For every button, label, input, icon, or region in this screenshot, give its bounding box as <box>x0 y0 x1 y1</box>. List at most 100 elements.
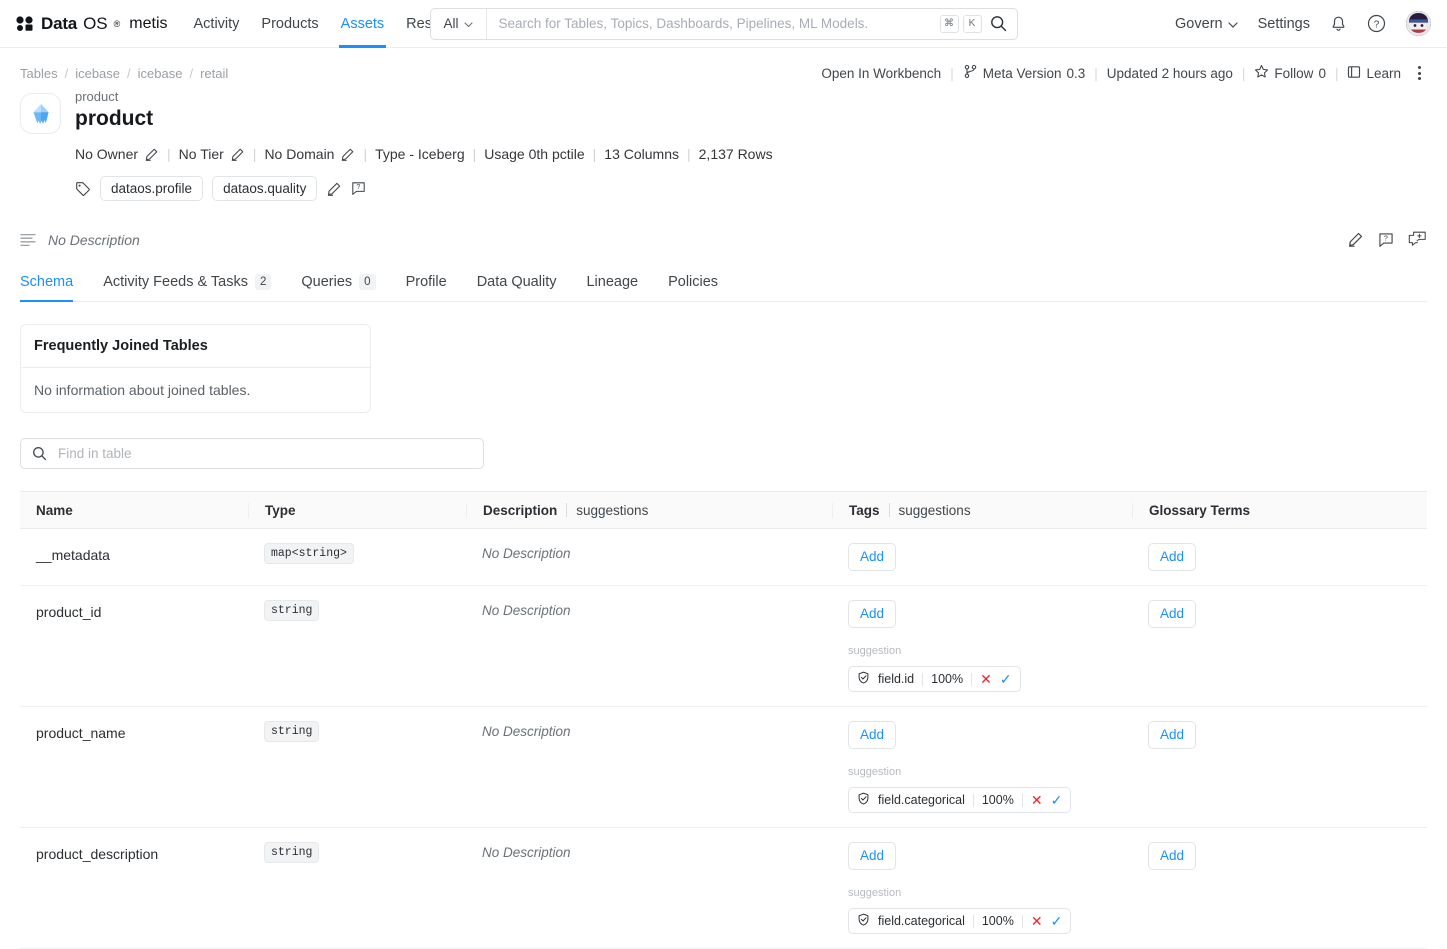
tag-suggestion-confidence: 100% <box>931 672 964 686</box>
add-tag-button[interactable]: Add <box>848 842 897 870</box>
accept-suggestion-icon[interactable]: ✓ <box>1051 914 1063 928</box>
tab-lineage-label: Lineage <box>586 274 639 290</box>
edit-owner-pencil-icon[interactable] <box>144 147 159 162</box>
row-name-cell: __metadata <box>20 529 248 577</box>
row-glossary-cell: Add <box>1132 586 1427 642</box>
column-type-chip: string <box>264 842 320 863</box>
edit-domain-pencil-icon[interactable] <box>340 147 355 162</box>
breadcrumb-item-0[interactable]: Tables <box>20 66 58 81</box>
column-header-name-label: Name <box>36 502 73 518</box>
tab-lineage[interactable]: Lineage <box>586 274 638 301</box>
accept-suggestion-icon[interactable]: ✓ <box>1051 793 1063 807</box>
search-scope-label: All <box>443 16 459 31</box>
tag-chip-dataos-quality[interactable]: dataos.quality <box>212 176 318 201</box>
table-row: product_id string No Description Add sug… <box>20 586 1427 707</box>
column-header-description[interactable]: Description suggestions <box>466 502 832 518</box>
request-description-icon[interactable]: ? <box>1378 232 1394 248</box>
add-comment-icon[interactable] <box>1408 231 1427 248</box>
column-name: product_id <box>36 604 102 620</box>
search-input[interactable] <box>486 16 940 31</box>
reject-suggestion-icon[interactable]: ✕ <box>1031 914 1043 928</box>
meta-version-button[interactable]: Meta Version 0.3 <box>963 64 1085 82</box>
notifications-bell-icon[interactable] <box>1330 15 1347 33</box>
column-header-tags[interactable]: Tags suggestions <box>832 502 1132 518</box>
row-description-cell[interactable]: No Description <box>466 828 832 874</box>
edit-description-pencil-icon[interactable] <box>1347 231 1364 248</box>
nav-item-activity[interactable]: Activity <box>194 0 240 48</box>
breadcrumb-and-actions-row: Tables / icebase / icebase / retail Open… <box>20 48 1427 84</box>
reject-suggestion-icon[interactable]: ✕ <box>1031 793 1043 807</box>
column-header-name[interactable]: Name <box>20 503 248 518</box>
brand-logo[interactable]: Data OS ® metis <box>16 14 168 34</box>
nav-item-products[interactable]: Products <box>261 0 318 48</box>
column-type-chip: map<string> <box>264 543 354 564</box>
global-search-bar: All ⌘ K <box>429 7 1018 40</box>
breadcrumb-item-2[interactable]: icebase <box>138 66 183 81</box>
settings-link[interactable]: Settings <box>1258 16 1310 32</box>
brand-registered-mark: ® <box>113 18 121 29</box>
add-glossary-term-button[interactable]: Add <box>1148 600 1197 628</box>
row-glossary-cell: Add <box>1132 707 1427 763</box>
reject-suggestion-icon[interactable]: ✕ <box>980 672 992 686</box>
entity-header: product product No Owner | No Tier | No … <box>20 89 1427 201</box>
tab-activity-feeds-tasks[interactable]: Activity Feeds & Tasks 2 <box>103 274 272 301</box>
column-header-type[interactable]: Type <box>248 502 466 518</box>
search-icon[interactable] <box>990 15 1007 32</box>
brand-os-text: OS <box>83 13 108 33</box>
column-header-glossary-terms[interactable]: Glossary Terms <box>1132 502 1427 518</box>
row-name-cell: product_name <box>20 707 248 755</box>
breadcrumb-item-3[interactable]: retail <box>200 66 228 81</box>
row-description-cell[interactable]: No Description <box>466 707 832 753</box>
description-text: No Description <box>48 231 140 248</box>
more-options-icon[interactable] <box>1412 62 1427 84</box>
tab-queries[interactable]: Queries 0 <box>301 274 376 301</box>
column-name: product_description <box>36 846 159 862</box>
kbd-cmd: ⌘ <box>939 14 959 33</box>
edit-tags-pencil-icon[interactable] <box>326 181 342 197</box>
tab-schema[interactable]: Schema <box>20 274 74 302</box>
find-in-table-input[interactable] <box>56 445 472 462</box>
tab-data-quality[interactable]: Data Quality <box>477 274 557 301</box>
header-divider <box>566 503 568 517</box>
follow-button[interactable]: Follow 0 <box>1254 64 1326 82</box>
svg-text:?: ? <box>357 184 361 191</box>
add-tag-button[interactable]: Add <box>848 721 897 749</box>
table-row: __metadata map<string> No Description Ad… <box>20 529 1427 586</box>
add-tag-button[interactable]: Add <box>848 600 897 628</box>
tag-chip-dataos-profile[interactable]: dataos.profile <box>100 176 204 201</box>
open-in-workbench-button[interactable]: Open In Workbench <box>821 66 941 81</box>
govern-menu[interactable]: Govern <box>1175 16 1238 32</box>
row-tags-cell: Add suggestion field.categorical 100% ✕ … <box>832 828 1132 948</box>
search-icon <box>32 446 47 461</box>
row-tags-cell: Add <box>832 529 1132 585</box>
find-in-table-search <box>20 438 484 469</box>
follow-count: 0 <box>1318 65 1326 81</box>
description-left: No Description <box>20 232 140 248</box>
breadcrumb-item-1[interactable]: icebase <box>75 66 120 81</box>
suggestion-label: suggestion <box>848 887 902 899</box>
entity-main: product product No Owner | No Tier | No … <box>75 89 1427 201</box>
add-glossary-term-button[interactable]: Add <box>1148 543 1197 571</box>
edit-tier-pencil-icon[interactable] <box>230 147 245 162</box>
user-avatar[interactable] <box>1406 11 1431 36</box>
table-row: product_description string No Descriptio… <box>20 828 1427 949</box>
add-tag-button[interactable]: Add <box>848 543 897 571</box>
tab-policies[interactable]: Policies <box>668 274 718 301</box>
nav-item-assets[interactable]: Assets <box>338 0 386 48</box>
accept-suggestion-icon[interactable]: ✓ <box>1000 672 1012 686</box>
meta-tier-label: No Tier <box>178 146 224 162</box>
learn-button[interactable]: Learn <box>1347 65 1401 82</box>
chevron-down-icon <box>1227 16 1238 32</box>
row-description-cell[interactable]: No Description <box>466 529 832 575</box>
tab-profile[interactable]: Profile <box>406 274 447 301</box>
help-icon[interactable]: ? <box>1367 14 1386 33</box>
column-description: No Description <box>482 845 571 860</box>
entity-meta-row: No Owner | No Tier | No Domain | Type - … <box>75 146 1427 162</box>
search-scope-selector[interactable]: All <box>431 8 487 39</box>
row-description-cell[interactable]: No Description <box>466 586 832 632</box>
add-glossary-term-button[interactable]: Add <box>1148 721 1197 749</box>
dataos-logo-icon <box>16 16 33 31</box>
request-tags-icon[interactable]: ? <box>351 181 366 196</box>
add-glossary-term-button[interactable]: Add <box>1148 842 1197 870</box>
govern-label: Govern <box>1175 15 1223 32</box>
